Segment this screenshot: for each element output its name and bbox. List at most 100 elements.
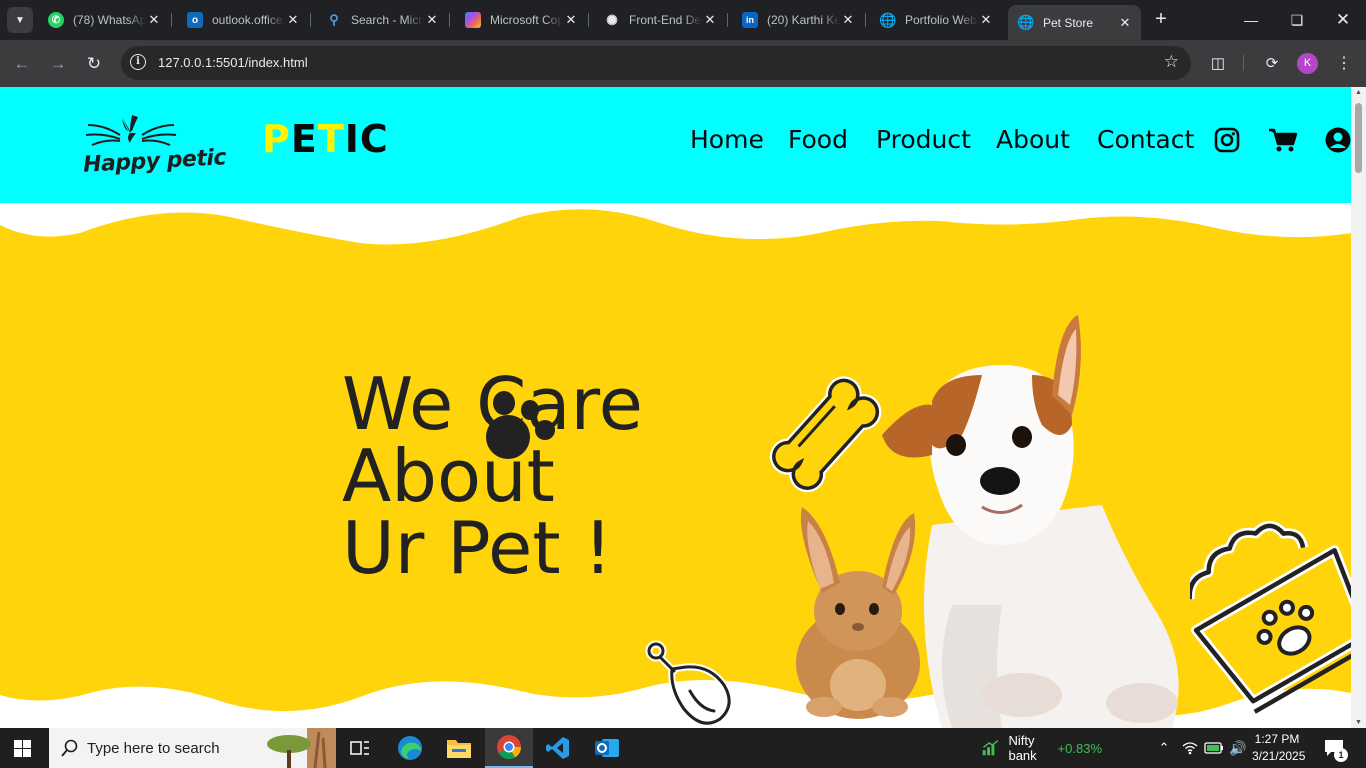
- pet-food-bowl-icon: [1190, 520, 1351, 714]
- profile-avatar[interactable]: K: [1297, 53, 1318, 74]
- close-window-icon[interactable]: ✕: [1320, 0, 1366, 40]
- site-header: Happy petic PETIC Home Food Product Abou…: [0, 87, 1351, 203]
- network-icon[interactable]: [1180, 728, 1200, 768]
- tab-whatsapp[interactable]: ✆ (78) WhatsApp ✕: [38, 6, 172, 34]
- nav-link-food[interactable]: Food: [788, 125, 848, 154]
- restore-icon[interactable]: ❏: [1274, 0, 1320, 40]
- close-tab-icon[interactable]: ✕: [1117, 15, 1133, 31]
- file-explorer-icon[interactable]: [435, 728, 483, 768]
- close-tab-icon[interactable]: ✕: [146, 12, 162, 28]
- user-account-icon[interactable]: [1325, 127, 1351, 153]
- notification-count-badge: 1: [1334, 748, 1348, 762]
- tab-pet-store[interactable]: 🌐 Pet Store ✕: [1008, 5, 1141, 40]
- page-viewport: Happy petic PETIC Home Food Product Abou…: [0, 87, 1351, 728]
- taskbar-clock[interactable]: 1:27 PM 3/21/2025: [1252, 731, 1306, 765]
- brand-letter-t: T: [317, 117, 345, 161]
- outlook-taskbar-icon[interactable]: [583, 728, 631, 768]
- hero-headline: We Care About Ur Pet !: [342, 368, 643, 584]
- search-icon: [61, 739, 78, 757]
- brand-letter-p: P: [262, 117, 291, 161]
- forward-arrow-icon[interactable]: →: [45, 51, 71, 77]
- search-highlight-tree-image: [267, 728, 336, 768]
- clock-date: 3/21/2025: [1252, 749, 1306, 763]
- tab-search-chevron-icon[interactable]: ▼: [7, 7, 33, 33]
- stock-change: +0.83%: [1057, 740, 1102, 756]
- puppy-image: [882, 315, 1179, 728]
- tab-divider: [449, 13, 450, 27]
- nav-link-home[interactable]: Home: [690, 125, 764, 154]
- stock-widget[interactable]: Nifty bank +0.83%: [982, 728, 1102, 768]
- tab-title: Portfolio Website: [905, 13, 978, 27]
- show-hidden-icons-chevron-icon[interactable]: ⌃: [1155, 728, 1173, 768]
- minimize-icon[interactable]: —: [1228, 0, 1274, 40]
- tab-divider: [171, 13, 172, 27]
- tab-title: Search - Microsoft: [351, 13, 424, 27]
- browser-tab-strip: ▼ ✆ (78) WhatsApp ✕ o outlook.office.com…: [0, 0, 1366, 40]
- tab-portfolio[interactable]: 🌐 Portfolio Website ✕: [870, 6, 1002, 34]
- brand-letter-e: E: [290, 117, 318, 161]
- bookmark-star-icon[interactable]: ☆: [1164, 52, 1179, 72]
- taskbar-search-placeholder: Type here to search: [87, 740, 220, 757]
- address-bar[interactable]: i 127.0.0.1:5501/index.html ☆: [121, 46, 1191, 80]
- windows-start-icon[interactable]: [14, 740, 31, 757]
- scrollbar-thumb[interactable]: [1355, 103, 1362, 173]
- tab-title: Pet Store: [1043, 15, 1094, 30]
- menu-dots-icon[interactable]: ⋮: [1332, 51, 1356, 75]
- search-icon: ⚲: [329, 12, 339, 27]
- instagram-icon[interactable]: [1214, 127, 1240, 153]
- taskbar-search-box[interactable]: Type here to search: [49, 728, 336, 768]
- nav-link-product[interactable]: Product: [876, 125, 971, 154]
- tab-front-end[interactable]: ✺ Front-End Developer ✕: [594, 6, 728, 34]
- close-tab-icon[interactable]: ✕: [563, 12, 579, 28]
- close-tab-icon[interactable]: ✕: [978, 12, 994, 28]
- outlook-icon: o: [187, 12, 203, 28]
- scroll-down-icon[interactable]: ▼: [1355, 719, 1362, 726]
- site-brand[interactable]: PETIC: [262, 117, 389, 161]
- tab-title: (78) WhatsApp: [73, 13, 146, 27]
- close-tab-icon[interactable]: ✕: [424, 12, 440, 28]
- close-tab-icon[interactable]: ✕: [840, 12, 856, 28]
- site-info-icon[interactable]: i: [130, 54, 146, 70]
- new-tab-button[interactable]: +: [1150, 9, 1172, 31]
- tab-divider: [727, 13, 728, 27]
- notification-center-icon[interactable]: 1: [1320, 728, 1348, 768]
- hero-headline-line-2: About: [342, 434, 555, 518]
- tab-copilot[interactable]: Microsoft Copilot ✕: [455, 6, 589, 34]
- vscode-icon[interactable]: [534, 728, 582, 768]
- back-arrow-icon[interactable]: ←: [9, 51, 35, 77]
- tab-linkedin[interactable]: in (20) Karthi Keyan ✕: [732, 6, 866, 34]
- globe-icon: 🌐: [879, 11, 897, 28]
- url-text[interactable]: 127.0.0.1:5501/index.html: [158, 55, 308, 70]
- tab-search[interactable]: ⚲ Search - Microsoft ✕: [316, 6, 450, 34]
- chicken-leg-icon: [645, 640, 733, 727]
- hero-section: We Care About Ur Pet !: [0, 203, 1351, 728]
- nav-link-contact[interactable]: Contact: [1097, 125, 1194, 154]
- hero-headline-line-1: We Care: [342, 362, 643, 446]
- cart-icon[interactable]: [1268, 127, 1298, 153]
- nav-link-about[interactable]: About: [996, 125, 1070, 154]
- stock-name: Nifty bank: [1008, 733, 1037, 763]
- browser-toolbar: ← → ↻ i 127.0.0.1:5501/index.html ☆ ◫ ⟳ …: [0, 40, 1366, 87]
- page-scrollbar[interactable]: ▲ ▼: [1351, 87, 1366, 728]
- clock-time: 1:27 PM: [1254, 732, 1300, 746]
- extensions-icon[interactable]: ◫: [1206, 51, 1230, 75]
- windows-taskbar: Type here to search Nifty bank +0.83% ⌃ …: [0, 728, 1366, 768]
- hero-headline-line-3: Ur Pet !: [342, 506, 613, 590]
- battery-icon[interactable]: [1203, 728, 1225, 768]
- volume-icon[interactable]: 🔊: [1227, 728, 1249, 768]
- reload-icon[interactable]: ↻: [81, 51, 107, 77]
- tab-title: (20) Karthi Keyan: [767, 13, 840, 27]
- globe-icon: 🌐: [1017, 14, 1035, 30]
- close-tab-icon[interactable]: ✕: [285, 12, 301, 28]
- copilot-sidebar-icon[interactable]: ⟳: [1260, 51, 1284, 75]
- tab-outlook[interactable]: o outlook.office.com ✕: [177, 6, 311, 34]
- chrome-icon[interactable]: [485, 728, 533, 768]
- tab-title: Microsoft Copilot: [490, 13, 563, 27]
- openai-icon: ✺: [606, 11, 618, 28]
- close-tab-icon[interactable]: ✕: [702, 12, 718, 28]
- tab-divider: [865, 13, 866, 27]
- edge-browser-icon[interactable]: [386, 728, 434, 768]
- task-view-icon[interactable]: [336, 728, 384, 768]
- scroll-up-icon[interactable]: ▲: [1355, 89, 1362, 96]
- copilot-icon: [465, 12, 481, 28]
